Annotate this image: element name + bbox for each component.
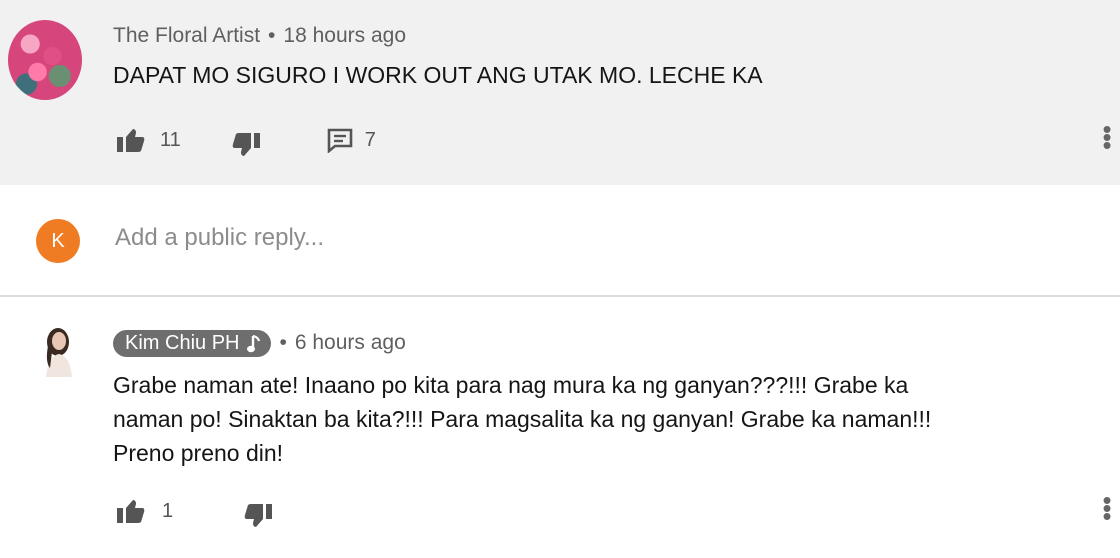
like-count: 11 (160, 128, 181, 151)
thumbs-up-icon[interactable] (116, 498, 146, 524)
thumbs-down-icon[interactable] (243, 503, 273, 529)
thumbs-up-icon[interactable] (116, 127, 146, 153)
author-name: Kim Chiu PH (125, 332, 240, 354)
thumbs-down-icon[interactable] (231, 132, 261, 158)
comment-text: Grabe naman ate! Inaano po kita para nag… (113, 368, 1103, 470)
comment-line: Grabe naman ate! Inaano po kita para nag… (113, 372, 909, 398)
comment-line: naman po! Sinaktan ba kita?!!! Para mags… (113, 406, 932, 432)
comment-time[interactable]: 6 hours ago (295, 331, 406, 354)
comment-line: Preno preno din! (113, 440, 284, 466)
comment-time[interactable]: 18 hours ago (283, 24, 406, 47)
comment-meta: The Floral Artist • 18 hours ago (113, 24, 407, 47)
reply-input[interactable] (113, 223, 717, 253)
comment-text: DAPAT MO SIGURO I WORK OUT ANG UTAK MO. … (113, 62, 763, 88)
author-badge[interactable]: Kim Chiu PH (113, 330, 272, 357)
user-avatar[interactable]: K (36, 219, 80, 263)
like-count: 1 (162, 499, 174, 522)
kim-chiu-avatar[interactable] (36, 322, 82, 378)
floral-artist-avatar[interactable] (8, 20, 82, 100)
music-note-icon (247, 334, 261, 354)
author-name[interactable]: The Floral Artist (113, 24, 260, 47)
reply-row: K (0, 185, 1120, 297)
more-vert-icon[interactable]: • • • (1102, 116, 1112, 158)
highlighted-comment: The Floral Artist • 18 hours ago DAPAT MO … (0, 0, 1120, 185)
comment-actions: 1 (116, 493, 273, 529)
comment-actions: 11 7 (116, 122, 376, 158)
reply-count: 7 (364, 128, 376, 151)
more-vert-icon[interactable]: • • • (1102, 487, 1112, 529)
comment-icon[interactable] (327, 127, 353, 153)
comment-meta: Kim Chiu PH • 6 hours ago (113, 330, 406, 357)
